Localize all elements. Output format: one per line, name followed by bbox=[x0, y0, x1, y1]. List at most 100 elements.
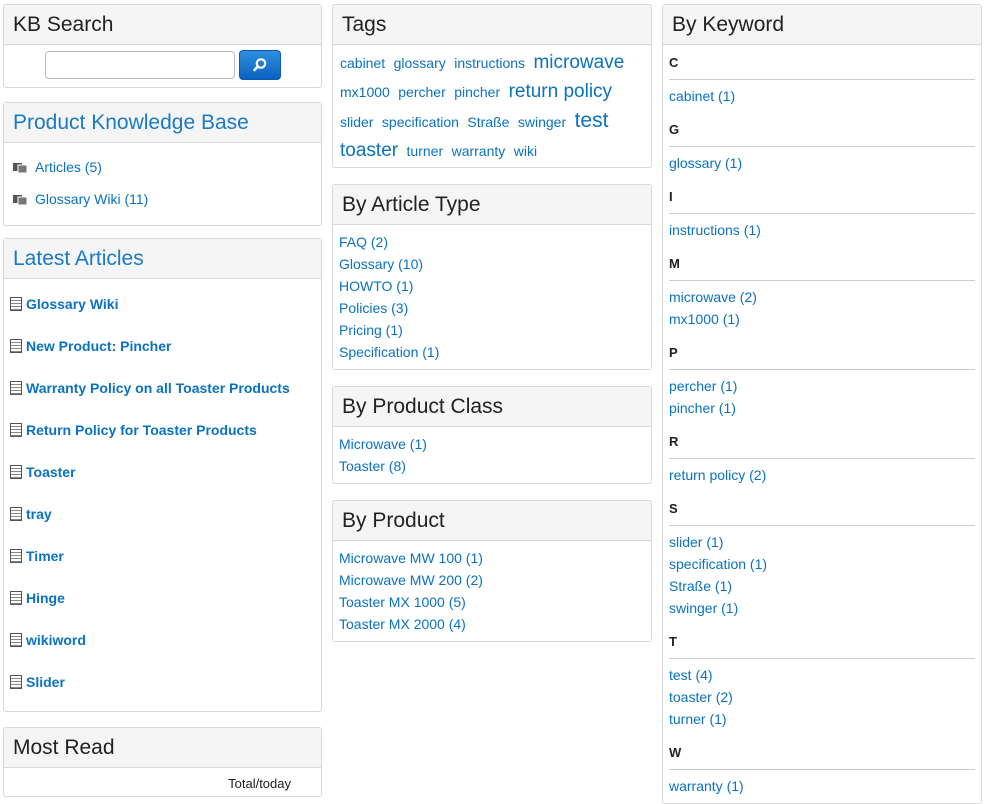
document-icon bbox=[10, 381, 22, 395]
tag-link[interactable]: specification bbox=[382, 114, 459, 130]
tag-link[interactable]: pincher bbox=[454, 84, 500, 100]
tag-link[interactable]: cabinet bbox=[340, 55, 385, 71]
list-item[interactable]: Toaster (8) bbox=[339, 455, 645, 477]
search-input[interactable] bbox=[44, 51, 235, 79]
document-icon bbox=[10, 297, 22, 311]
article-link[interactable]: Return Policy for Toaster Products bbox=[26, 422, 257, 438]
keyword-link[interactable]: cabinet (1) bbox=[669, 85, 975, 107]
kb-search-title: KB Search bbox=[4, 5, 321, 45]
article-type-list: FAQ (2) Glossary (10) HOWTO (1) Policies… bbox=[333, 225, 651, 369]
tag-link[interactable]: warranty bbox=[452, 143, 506, 159]
list-item[interactable]: FAQ (2) bbox=[339, 231, 645, 253]
keyword-group: Wwarranty (1) bbox=[669, 735, 975, 802]
keyword-link[interactable]: microwave (2) bbox=[669, 286, 975, 308]
tag-link[interactable]: wiki bbox=[514, 143, 537, 159]
list-item[interactable]: Policies (3) bbox=[339, 297, 645, 319]
article-link[interactable]: Glossary Wiki bbox=[26, 296, 118, 312]
keyword-link[interactable]: specification (1) bbox=[669, 553, 975, 575]
document-icon bbox=[10, 675, 22, 689]
keyword-link[interactable]: test (4) bbox=[669, 664, 975, 686]
article-link[interactable]: New Product: Pincher bbox=[26, 338, 171, 354]
tag-link[interactable]: return policy bbox=[509, 81, 613, 102]
most-read-panel: Most Read Total/today bbox=[3, 727, 322, 797]
search-button[interactable] bbox=[238, 50, 281, 80]
pkb-item-glossary-wiki[interactable]: Glossary Wiki (11) bbox=[4, 183, 321, 215]
keyword-group: Iinstructions (1) bbox=[669, 179, 975, 246]
list-item[interactable]: Pricing (1) bbox=[339, 319, 645, 341]
list-item[interactable]: New Product: Pincher bbox=[9, 325, 316, 367]
tag-link[interactable]: slider bbox=[340, 114, 373, 130]
tag-link[interactable]: microwave bbox=[533, 52, 624, 73]
product-knowledge-base-panel: Product Knowledge Base Articles (5) Glos… bbox=[3, 102, 322, 226]
keyword-group: Ccabinet (1) bbox=[669, 45, 975, 112]
list-item[interactable]: Return Policy for Toaster Products bbox=[9, 409, 316, 451]
keyword-link[interactable]: instructions (1) bbox=[669, 219, 975, 241]
list-item[interactable]: Slider bbox=[9, 661, 316, 703]
pkb-item-label[interactable]: Glossary Wiki (11) bbox=[35, 191, 148, 207]
keyword-link[interactable]: percher (1) bbox=[669, 375, 975, 397]
tag-link[interactable]: percher bbox=[398, 84, 445, 100]
document-icon bbox=[10, 339, 22, 353]
keyword-link[interactable]: pincher (1) bbox=[669, 397, 975, 419]
keyword-link[interactable]: warranty (1) bbox=[669, 775, 975, 797]
latest-articles-title: Latest Articles bbox=[4, 239, 321, 279]
article-link[interactable]: Timer bbox=[26, 548, 64, 564]
keyword-group: Sslider (1) specification (1) Straße (1) sw… bbox=[669, 491, 975, 624]
tag-cloud: cabinet glossary instructions microwave … bbox=[333, 45, 651, 170]
keyword-letter: G bbox=[669, 112, 975, 147]
list-item[interactable]: tray bbox=[9, 493, 316, 535]
keyword-index: Ccabinet (1) Gglossary (1) Iinstructions (… bbox=[663, 45, 981, 802]
keyword-link[interactable]: slider (1) bbox=[669, 531, 975, 553]
keyword-link[interactable]: toaster (2) bbox=[669, 686, 975, 708]
list-item[interactable]: Hinge bbox=[9, 577, 316, 619]
list-item[interactable]: Microwave (1) bbox=[339, 433, 645, 455]
article-link[interactable]: Warranty Policy on all Toaster Products bbox=[26, 380, 290, 396]
tag-link[interactable]: Straße bbox=[467, 114, 509, 130]
tag-link[interactable]: turner bbox=[407, 143, 444, 159]
tag-link[interactable]: instructions bbox=[454, 55, 525, 71]
list-item[interactable]: Toaster bbox=[9, 451, 316, 493]
keyword-link[interactable]: swinger (1) bbox=[669, 597, 975, 619]
article-link[interactable]: wikiword bbox=[26, 632, 86, 648]
list-item[interactable]: Warranty Policy on all Toaster Products bbox=[9, 367, 316, 409]
tag-link[interactable]: glossary bbox=[394, 55, 446, 71]
most-read-title: Most Read bbox=[4, 728, 321, 768]
list-item[interactable]: Toaster MX 2000 (4) bbox=[339, 613, 645, 635]
tag-link[interactable]: test bbox=[575, 109, 609, 132]
keyword-link[interactable]: glossary (1) bbox=[669, 152, 975, 174]
pkb-title: Product Knowledge Base bbox=[4, 103, 321, 143]
list-item[interactable]: HOWTO (1) bbox=[339, 275, 645, 297]
pkb-item-articles[interactable]: Articles (5) bbox=[4, 151, 321, 183]
search-icon bbox=[252, 58, 266, 72]
folder-icon bbox=[13, 163, 28, 174]
list-item[interactable]: Microwave MW 200 (2) bbox=[339, 569, 645, 591]
keyword-link[interactable]: turner (1) bbox=[669, 708, 975, 730]
tag-link[interactable]: mx1000 bbox=[340, 84, 390, 100]
article-type-title: By Article Type bbox=[333, 185, 651, 225]
tag-link[interactable]: toaster bbox=[340, 140, 398, 161]
article-link[interactable]: Slider bbox=[26, 674, 65, 690]
pkb-item-label[interactable]: Articles (5) bbox=[35, 159, 102, 175]
list-item[interactable]: Microwave MW 100 (1) bbox=[339, 547, 645, 569]
article-link[interactable]: tray bbox=[26, 506, 52, 522]
list-item[interactable]: Timer bbox=[9, 535, 316, 577]
kb-search-panel: KB Search bbox=[3, 4, 322, 88]
list-item[interactable]: Glossary Wiki bbox=[9, 283, 316, 325]
article-link[interactable]: Hinge bbox=[26, 590, 65, 606]
list-item[interactable]: Toaster MX 1000 (5) bbox=[339, 591, 645, 613]
keyword-link[interactable]: Straße (1) bbox=[669, 575, 975, 597]
list-item[interactable]: Specification (1) bbox=[339, 341, 645, 363]
list-item[interactable]: wikiword bbox=[9, 619, 316, 661]
tag-link[interactable]: swinger bbox=[518, 114, 566, 130]
product-panel: By Product Microwave MW 100 (1) Microwav… bbox=[332, 500, 652, 642]
list-item[interactable]: Glossary (10) bbox=[339, 253, 645, 275]
product-class-panel: By Product Class Microwave (1) Toaster (… bbox=[332, 386, 652, 484]
keyword-link[interactable]: return policy (2) bbox=[669, 464, 975, 486]
keyword-group: Ttest (4) toaster (2) turner (1) bbox=[669, 624, 975, 735]
keyword-link[interactable]: mx1000 (1) bbox=[669, 308, 975, 330]
document-icon bbox=[10, 549, 22, 563]
document-icon bbox=[10, 633, 22, 647]
product-list: Microwave MW 100 (1) Microwave MW 200 (2… bbox=[333, 541, 651, 641]
article-link[interactable]: Toaster bbox=[26, 464, 76, 480]
keyword-letter: R bbox=[669, 424, 975, 459]
